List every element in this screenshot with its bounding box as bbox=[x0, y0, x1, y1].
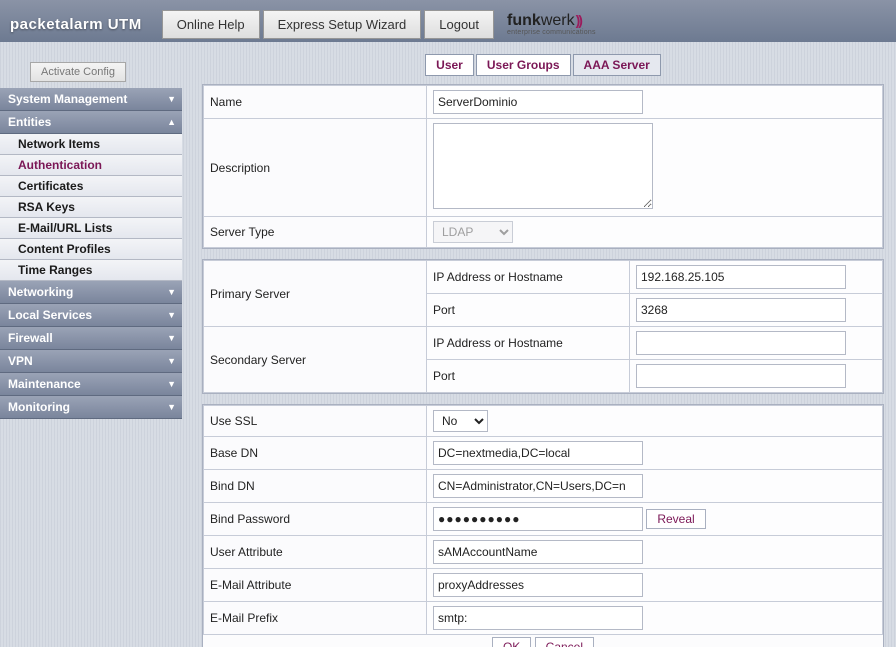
label-bind-dn: Bind DN bbox=[204, 470, 427, 503]
label-name: Name bbox=[204, 86, 427, 119]
tab-user[interactable]: User bbox=[425, 54, 474, 76]
sidebar-item-content-profiles[interactable]: Content Profiles bbox=[0, 239, 182, 260]
sidebar-item-network-items[interactable]: Network Items bbox=[0, 134, 182, 155]
sidebar-item-vpn[interactable]: VPN▼ bbox=[0, 350, 182, 373]
sidebar-item-firewall[interactable]: Firewall▼ bbox=[0, 327, 182, 350]
panel-servers: Primary Server IP Address or Hostname Po… bbox=[202, 259, 884, 394]
label-secondary-server: Secondary Server bbox=[204, 327, 427, 393]
email-prefix-input[interactable] bbox=[433, 606, 643, 630]
chevron-down-icon: ▼ bbox=[167, 333, 176, 343]
user-attribute-input[interactable] bbox=[433, 540, 643, 564]
panel-basic: Name Description Server Type LDAP bbox=[202, 84, 884, 249]
label-base-dn: Base DN bbox=[204, 437, 427, 470]
bind-password-input[interactable] bbox=[433, 507, 643, 531]
chevron-down-icon: ▼ bbox=[167, 402, 176, 412]
express-setup-wizard-button[interactable]: Express Setup Wizard bbox=[263, 10, 422, 39]
server-type-select[interactable]: LDAP bbox=[433, 221, 513, 243]
ok-button[interactable]: OK bbox=[492, 637, 531, 647]
label-email-attr: E-Mail Attribute bbox=[204, 569, 427, 602]
sidebar-item-networking[interactable]: Networking▼ bbox=[0, 281, 182, 304]
tab-user-groups[interactable]: User Groups bbox=[476, 54, 571, 76]
chevron-down-icon: ▼ bbox=[167, 356, 176, 366]
label-bind-password: Bind Password bbox=[204, 503, 427, 536]
base-dn-input[interactable] bbox=[433, 441, 643, 465]
label-primary-port: Port bbox=[427, 294, 630, 327]
reveal-button[interactable]: Reveal bbox=[646, 509, 705, 529]
label-primary-ip: IP Address or Hostname bbox=[427, 261, 630, 294]
logout-button[interactable]: Logout bbox=[424, 10, 494, 39]
top-bar: packetalarm UTM Online Help Express Setu… bbox=[0, 0, 896, 42]
primary-port-input[interactable] bbox=[636, 298, 846, 322]
chevron-up-icon: ▲ bbox=[167, 117, 176, 127]
description-input[interactable] bbox=[433, 123, 653, 209]
cancel-button[interactable]: Cancel bbox=[535, 637, 594, 647]
email-attribute-input[interactable] bbox=[433, 573, 643, 597]
label-secondary-ip: IP Address or Hostname bbox=[427, 327, 630, 360]
online-help-button[interactable]: Online Help bbox=[162, 10, 260, 39]
activate-config-button[interactable]: Activate Config bbox=[30, 62, 126, 82]
label-secondary-port: Port bbox=[427, 360, 630, 393]
name-input[interactable] bbox=[433, 90, 643, 114]
sidebar-item-certificates[interactable]: Certificates bbox=[0, 176, 182, 197]
panel-ldap: Use SSL No Base DN Bind DN Bind bbox=[202, 404, 884, 647]
label-description: Description bbox=[204, 119, 427, 217]
sidebar-item-time-ranges[interactable]: Time Ranges bbox=[0, 260, 182, 281]
radio-waves-icon: )) bbox=[576, 12, 581, 28]
secondary-port-input[interactable] bbox=[636, 364, 846, 388]
use-ssl-select[interactable]: No bbox=[433, 410, 488, 432]
label-email-prefix: E-Mail Prefix bbox=[204, 602, 427, 635]
secondary-ip-input[interactable] bbox=[636, 331, 846, 355]
sidebar-item-rsa-keys[interactable]: RSA Keys bbox=[0, 197, 182, 218]
label-use-ssl: Use SSL bbox=[204, 406, 427, 437]
funkwerk-logo: funkwerk)) enterprise communications bbox=[507, 12, 596, 36]
sidebar-item-system-management[interactable]: System Management▼ bbox=[0, 88, 182, 111]
sidebar-item-local-services[interactable]: Local Services▼ bbox=[0, 304, 182, 327]
sidebar-item-email-url-lists[interactable]: E-Mail/URL Lists bbox=[0, 218, 182, 239]
bind-dn-input[interactable] bbox=[433, 474, 643, 498]
label-server-type: Server Type bbox=[204, 217, 427, 248]
label-primary-server: Primary Server bbox=[204, 261, 427, 327]
chevron-down-icon: ▼ bbox=[167, 287, 176, 297]
label-user-attr: User Attribute bbox=[204, 536, 427, 569]
sidebar-item-maintenance[interactable]: Maintenance▼ bbox=[0, 373, 182, 396]
chevron-down-icon: ▼ bbox=[167, 379, 176, 389]
tabs: User User Groups AAA Server bbox=[202, 54, 884, 76]
sidebar: Activate Config System Management▼ Entit… bbox=[0, 42, 182, 647]
content-area: User User Groups AAA Server Name Descrip… bbox=[182, 42, 896, 647]
sidebar-item-entities[interactable]: Entities▲ bbox=[0, 111, 182, 134]
primary-ip-input[interactable] bbox=[636, 265, 846, 289]
chevron-down-icon: ▼ bbox=[167, 94, 176, 104]
chevron-down-icon: ▼ bbox=[167, 310, 176, 320]
sidebar-item-monitoring[interactable]: Monitoring▼ bbox=[0, 396, 182, 419]
app-title: packetalarm UTM bbox=[10, 16, 142, 33]
tab-aaa-server[interactable]: AAA Server bbox=[573, 54, 661, 76]
sidebar-item-authentication[interactable]: Authentication bbox=[0, 155, 182, 176]
